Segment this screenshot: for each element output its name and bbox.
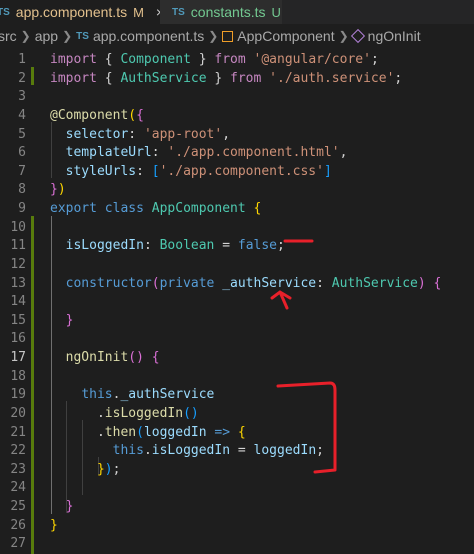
hand-drawn-annotations bbox=[270, 239, 337, 474]
bracket-mark bbox=[276, 381, 337, 474]
arrow-mark bbox=[270, 290, 292, 310]
